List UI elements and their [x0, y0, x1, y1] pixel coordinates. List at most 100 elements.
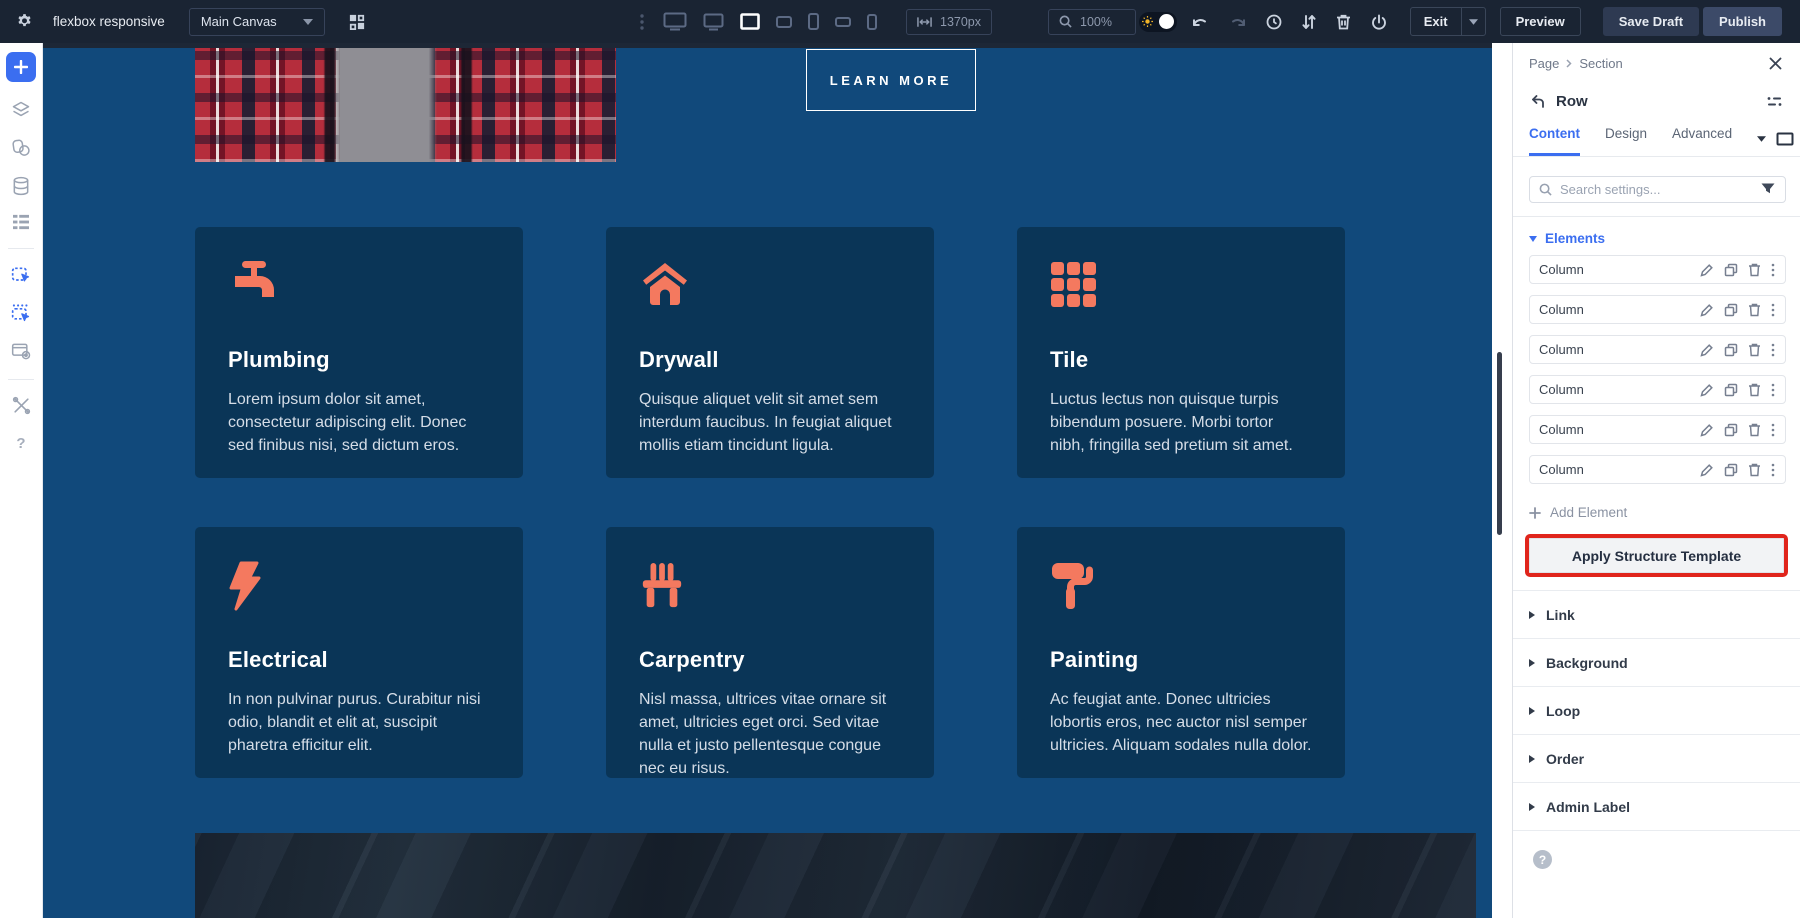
duplicate-icon[interactable]	[1723, 422, 1739, 438]
learn-more-button[interactable]: LEARN MORE	[806, 49, 976, 111]
exit-button[interactable]: Exit	[1411, 8, 1461, 35]
exit-dropdown-button[interactable]	[1461, 8, 1485, 35]
grid-view-button[interactable]	[345, 10, 369, 34]
delete-icon[interactable]	[1747, 422, 1762, 438]
drag-handle-icon[interactable]	[640, 14, 644, 30]
phone-small-icon[interactable]	[864, 11, 880, 33]
more-options-icon[interactable]	[1770, 462, 1776, 478]
duplicate-icon[interactable]	[1723, 382, 1739, 398]
service-card-painting[interactable]: Painting Ac feugiat ante. Donec ultricie…	[1017, 527, 1345, 778]
section-admin-label[interactable]: Admin Label	[1513, 783, 1800, 831]
tablet-landscape-icon[interactable]	[737, 10, 763, 33]
trash-button[interactable]	[1331, 9, 1356, 35]
back-arrow-icon	[1531, 95, 1545, 108]
service-card-electrical[interactable]: Electrical In non pulvinar purus. Curabi…	[195, 527, 523, 778]
history-button[interactable]	[1261, 9, 1287, 35]
canvas-width-input[interactable]: 1370px	[906, 9, 992, 35]
more-options-icon[interactable]	[1770, 262, 1776, 278]
tablet-mini-icon[interactable]	[773, 13, 795, 31]
delete-icon[interactable]	[1747, 462, 1762, 478]
layers-button[interactable]	[7, 96, 35, 124]
multiselect-tool-button[interactable]	[7, 299, 35, 327]
add-module-button[interactable]	[6, 52, 36, 82]
delete-icon[interactable]	[1747, 302, 1762, 318]
database-button[interactable]	[7, 172, 35, 200]
edit-icon[interactable]	[1699, 342, 1715, 358]
section-order[interactable]: Order	[1513, 735, 1800, 783]
quick-actions-button[interactable]	[1765, 94, 1784, 109]
wireframe-list-button[interactable]	[8, 210, 34, 234]
edit-icon[interactable]	[1699, 462, 1715, 478]
tab-advanced[interactable]: Advanced	[1672, 126, 1732, 156]
tab-design[interactable]: Design	[1605, 126, 1647, 156]
column-row-1[interactable]: Column	[1529, 255, 1786, 284]
select-tool-button[interactable]	[7, 261, 35, 289]
filter-button[interactable]	[1760, 182, 1776, 197]
column-row-3[interactable]: Column	[1529, 335, 1786, 364]
tabs-dropdown-button[interactable]	[1757, 136, 1766, 142]
sort-layers-button[interactable]	[1297, 9, 1321, 35]
column-row-4[interactable]: Column	[1529, 375, 1786, 404]
window-settings-button[interactable]	[7, 337, 35, 365]
delete-icon[interactable]	[1747, 382, 1762, 398]
service-card-drywall[interactable]: Drywall Quisque aliquet velit sit amet s…	[606, 227, 934, 478]
save-draft-button[interactable]: Save Draft	[1603, 7, 1699, 36]
zoom-input[interactable]: 100%	[1048, 9, 1136, 35]
breadcrumb-page[interactable]: Page	[1529, 56, 1559, 71]
service-card-plumbing[interactable]: Plumbing Lorem ipsum dolor sit amet, con…	[195, 227, 523, 478]
canvas-area: LEARN MORE Plumbing Lorem ipsum dolor si…	[43, 43, 1512, 918]
redo-button[interactable]	[1224, 10, 1251, 33]
section-link[interactable]: Link	[1513, 591, 1800, 639]
undo-button[interactable]	[1187, 10, 1214, 33]
edit-icon[interactable]	[1699, 382, 1715, 398]
section-background[interactable]: Background	[1513, 639, 1800, 687]
phone-landscape-icon[interactable]	[832, 14, 854, 30]
more-options-icon[interactable]	[1770, 302, 1776, 318]
phone-portrait-icon[interactable]	[805, 10, 822, 33]
sidebar-help-button[interactable]: ?	[12, 431, 29, 456]
power-button[interactable]	[1366, 9, 1392, 35]
more-options-icon[interactable]	[1770, 382, 1776, 398]
duplicate-icon[interactable]	[1723, 342, 1739, 358]
canvas-selector[interactable]: Main Canvas	[189, 8, 325, 36]
more-options-icon[interactable]	[1770, 422, 1776, 438]
section-loop[interactable]: Loop	[1513, 687, 1800, 735]
tab-content[interactable]: Content	[1529, 126, 1580, 156]
bottom-section-image[interactable]	[195, 833, 1476, 918]
service-card-carpentry[interactable]: Carpentry Nisl massa, ultrices vitae orn…	[606, 527, 934, 778]
preview-button[interactable]: Preview	[1500, 7, 1581, 36]
elements-section-header[interactable]: Elements	[1513, 217, 1800, 255]
design-assets-button[interactable]	[7, 134, 35, 162]
preview-frame-button[interactable]	[1776, 132, 1794, 146]
close-panel-button[interactable]	[1767, 55, 1784, 72]
desktop-icon[interactable]	[700, 10, 727, 34]
edit-icon[interactable]	[1699, 302, 1715, 318]
card-title: Drywall	[639, 347, 901, 373]
add-element-button[interactable]: Add Element	[1513, 495, 1643, 526]
page-canvas[interactable]: LEARN MORE Plumbing Lorem ipsum dolor si…	[43, 43, 1492, 918]
duplicate-icon[interactable]	[1723, 462, 1739, 478]
more-options-icon[interactable]	[1770, 342, 1776, 358]
search-settings-input[interactable]	[1560, 182, 1752, 197]
column-row-5[interactable]: Column	[1529, 415, 1786, 444]
theme-toggle[interactable]	[1139, 12, 1177, 32]
breadcrumb-section[interactable]: Section	[1579, 56, 1622, 71]
hero-plaid-shirt-image[interactable]	[195, 48, 616, 162]
delete-icon[interactable]	[1747, 262, 1762, 278]
publish-button[interactable]: Publish	[1703, 7, 1782, 36]
edit-icon[interactable]	[1699, 422, 1715, 438]
column-row-6[interactable]: Column	[1529, 455, 1786, 484]
apply-structure-template-button[interactable]: Apply Structure Template	[1529, 538, 1784, 573]
desktop-large-icon[interactable]	[660, 9, 690, 34]
duplicate-icon[interactable]	[1723, 262, 1739, 278]
canvas-scrollbar[interactable]	[1497, 352, 1502, 535]
settings-gear-button[interactable]	[12, 9, 37, 34]
edit-icon[interactable]	[1699, 262, 1715, 278]
back-button[interactable]	[1529, 93, 1547, 110]
service-card-tile[interactable]: Tile Luctus lectus non quisque turpis bi…	[1017, 227, 1345, 478]
panel-help-button[interactable]: ?	[1533, 850, 1552, 869]
column-row-2[interactable]: Column	[1529, 295, 1786, 324]
delete-icon[interactable]	[1747, 342, 1762, 358]
duplicate-icon[interactable]	[1723, 302, 1739, 318]
tools-button[interactable]	[8, 392, 35, 419]
